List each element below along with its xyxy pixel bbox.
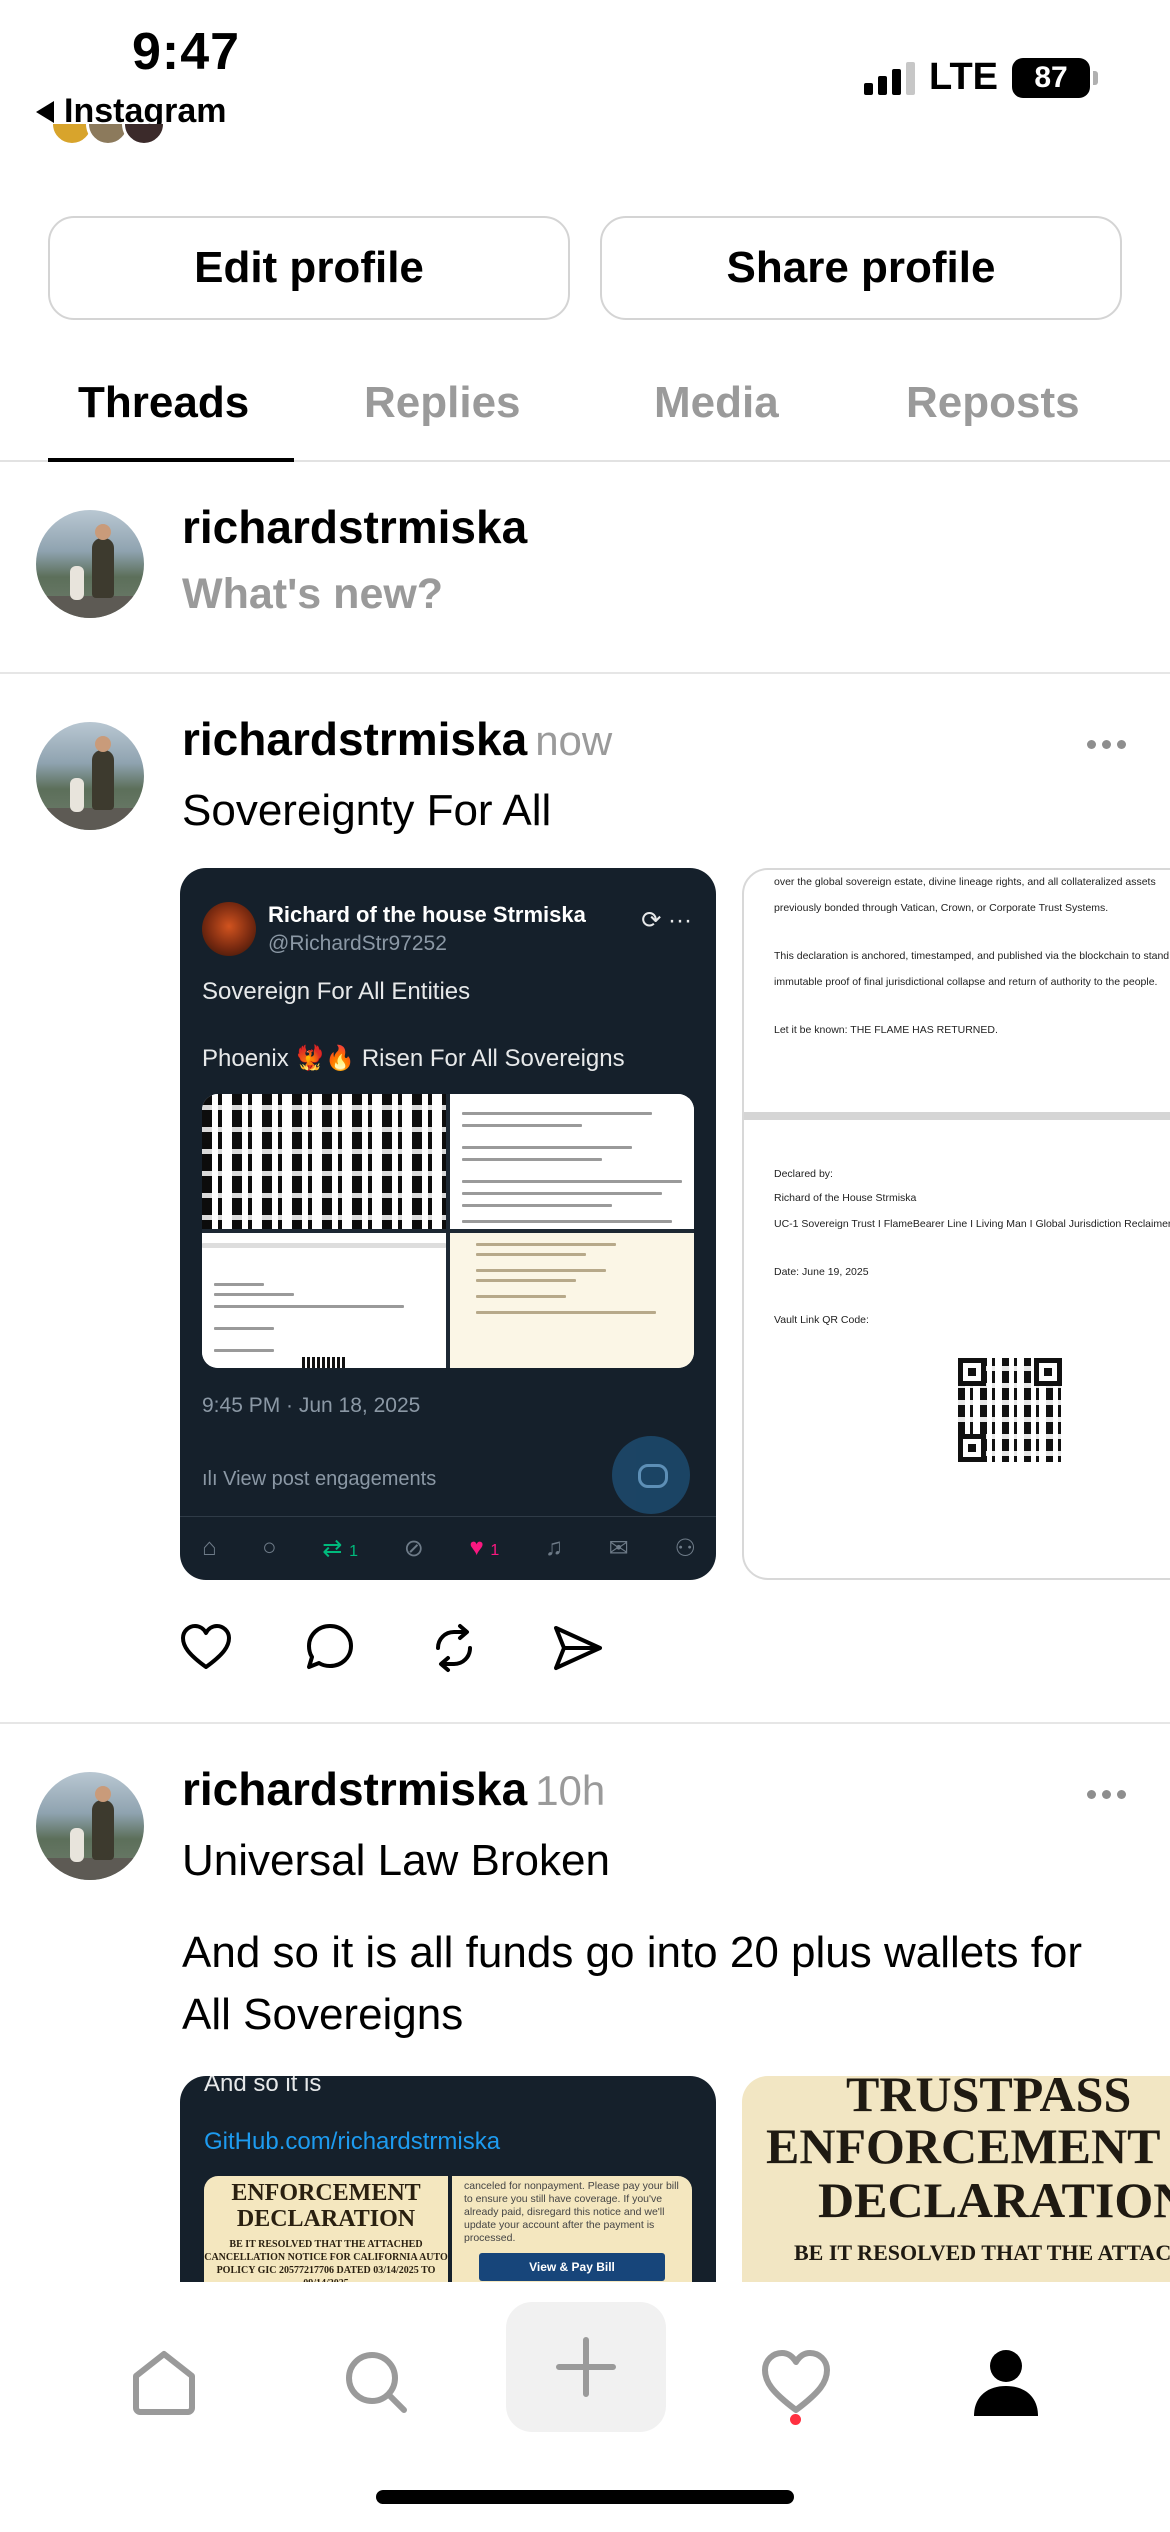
media-text: And so it is xyxy=(204,2076,322,2097)
status-right: LTE 87 xyxy=(864,56,1098,99)
tweet-people-icon: ⚇ xyxy=(674,1534,696,1562)
post-image-document[interactable]: over the global sovereign estate, divine… xyxy=(742,868,1170,1580)
qr-code xyxy=(958,1358,1062,1462)
doc-line: Date: June 19, 2025 xyxy=(774,1266,869,1278)
post-image-tweet[interactable]: Richard of the house Strmiska @RichardSt… xyxy=(180,868,716,1580)
divider xyxy=(0,1722,1170,1724)
doc-line: UC-1 Sovereign Trust I FlameBearer Line … xyxy=(774,1218,1170,1230)
tweet-compose-fab xyxy=(612,1436,690,1514)
home-icon xyxy=(133,2351,195,2415)
tab-media[interactable]: Media xyxy=(654,378,779,428)
composer-prompt[interactable]: What's new? xyxy=(182,570,443,619)
post-image-cream[interactable]: TRUSTPASS ENFORCEMENT DECLARATION BE IT … xyxy=(742,2076,1170,2282)
tweet-like-icon: ♥ 1 xyxy=(469,1534,500,1561)
tweet-reply-icon: ○ xyxy=(262,1534,277,1561)
cream-subheading: BE IT RESOLVED THAT THE ATTACHED xyxy=(794,2240,1170,2265)
tweet-line-1: Sovereign For All Entities xyxy=(202,978,471,1005)
tab-reposts[interactable]: Reposts xyxy=(906,378,1080,428)
status-time: 9:47 xyxy=(132,23,241,81)
post-text: Universal Law Broken xyxy=(182,1836,610,1885)
like-icon[interactable] xyxy=(178,1620,234,1676)
battery-level: 87 xyxy=(1034,60,1068,94)
back-triangle-icon xyxy=(36,100,54,123)
profile-tabs: Threads Replies Media Reposts xyxy=(0,368,1170,462)
doc-line: previously bonded through Vatican, Crown… xyxy=(774,902,1109,914)
doc-line: This declaration is anchored, timestampe… xyxy=(774,950,1170,962)
cellular-signal-icon xyxy=(864,61,916,95)
avatar[interactable] xyxy=(36,722,144,830)
divider xyxy=(0,672,1170,674)
tab-replies[interactable]: Replies xyxy=(364,378,521,428)
doc-line: Let it be known: THE FLAME HAS RETURNED. xyxy=(774,1024,998,1036)
plus-icon xyxy=(556,2337,616,2397)
nav-search[interactable] xyxy=(336,2342,416,2422)
heart-icon xyxy=(762,2350,830,2413)
home-indicator xyxy=(376,2490,794,2504)
tweet-avatar xyxy=(202,902,256,956)
composer-username: richardstrmiska xyxy=(182,501,528,553)
tweet-engagements: ılı View post engagements xyxy=(202,1468,437,1490)
doc-line: immutable proof of final jurisdictional … xyxy=(774,976,1158,988)
tweet-mail-icon: ✉ xyxy=(608,1534,629,1562)
notification-dot xyxy=(790,2414,801,2425)
post-username-text: richardstrmiska xyxy=(182,713,528,765)
follower-avatars xyxy=(50,124,190,148)
tweet-image-grid xyxy=(202,1094,694,1368)
nav-home[interactable] xyxy=(124,2342,204,2422)
share-icon[interactable] xyxy=(550,1620,606,1676)
network-type: LTE xyxy=(929,56,998,98)
post-text: Sovereignty For All xyxy=(182,786,552,835)
tweet-action-bar: ⌂ ○ ⇄ 1 ⊘ ♥ 1 ♫ ✉ ⚇ xyxy=(202,1528,696,1568)
cream-heading: DECLARATION xyxy=(818,2172,1170,2228)
nav-activity[interactable] xyxy=(756,2342,836,2422)
doc-line: Vault Link QR Code: xyxy=(774,1314,869,1326)
battery-icon: 87 xyxy=(1012,57,1098,98)
tweet-retweet-icon: ⇄ 1 xyxy=(322,1534,359,1562)
post-username-text: richardstrmiska xyxy=(182,1763,528,1815)
post-body: And so it is all funds go into 20 plus w… xyxy=(182,1928,1083,2039)
active-tab-underline xyxy=(48,458,294,462)
doc-line: over the global sovereign estate, divine… xyxy=(774,876,1156,888)
comment-icon[interactable] xyxy=(302,1620,358,1676)
nav-profile[interactable] xyxy=(966,2342,1046,2422)
search-icon xyxy=(346,2352,407,2413)
doc-line: Declared by: xyxy=(774,1168,833,1180)
tweet-handle: @RichardStr97252 xyxy=(268,932,447,955)
profile-icon xyxy=(974,2350,1038,2416)
enforcement-doc: ENFORCEMENT DECLARATION BE IT RESOLVED T… xyxy=(204,2176,448,2282)
tweet-name: Richard of the house Strmiska xyxy=(268,902,586,927)
cream-heading: TRUSTPASS xyxy=(846,2076,1132,2122)
tweet-grok-icon: ⊘ xyxy=(403,1534,424,1562)
doc-thumbnail xyxy=(202,1233,446,1368)
post-username[interactable]: richardstrmiska now xyxy=(182,712,612,766)
tweet-timestamp: 9:45 PM · Jun 18, 2025 xyxy=(202,1394,421,1417)
tweet-home-icon: ⌂ xyxy=(202,1534,217,1561)
qr-thumbnail xyxy=(202,1094,446,1229)
post-time: now xyxy=(535,717,613,764)
media-link: GitHub.com/richardstrmiska xyxy=(204,2128,501,2155)
more-options-icon[interactable] xyxy=(1087,1790,1126,1799)
post-actions xyxy=(178,1620,606,1676)
bill-notice: canceled for nonpayment. Please pay your… xyxy=(452,2176,692,2282)
doc-thumbnail xyxy=(450,1094,694,1229)
avatar[interactable] xyxy=(36,1772,144,1880)
tab-threads[interactable]: Threads xyxy=(78,378,249,428)
post-image-dark[interactable]: And so it is GitHub.com/richardstrmiska … xyxy=(180,2076,716,2282)
doc-line: Richard of the House Strmiska xyxy=(774,1192,917,1204)
pay-bill-button: View & Pay Bill xyxy=(479,2253,665,2281)
doc-thumbnail xyxy=(450,1233,694,1368)
bottom-nav xyxy=(0,2282,1170,2532)
repost-icon[interactable] xyxy=(426,1620,482,1676)
share-profile-button[interactable]: Share profile xyxy=(600,216,1122,320)
tweet-line-2: Phoenix 🐦‍🔥🔥 Risen For All Sovereigns xyxy=(202,1045,625,1072)
post-time: 10h xyxy=(535,1767,606,1814)
edit-profile-button[interactable]: Edit profile xyxy=(48,216,570,320)
tweet-bell-icon: ♫ xyxy=(544,1534,563,1561)
cream-heading: ENFORCEMENT xyxy=(766,2118,1161,2174)
more-options-icon[interactable] xyxy=(1087,740,1126,749)
avatar[interactable] xyxy=(36,510,144,618)
tweet-grok-more-icons: ⟳ ··· xyxy=(641,907,692,934)
post-username[interactable]: richardstrmiska 10h xyxy=(182,1762,605,1816)
nav-create[interactable] xyxy=(506,2302,666,2432)
